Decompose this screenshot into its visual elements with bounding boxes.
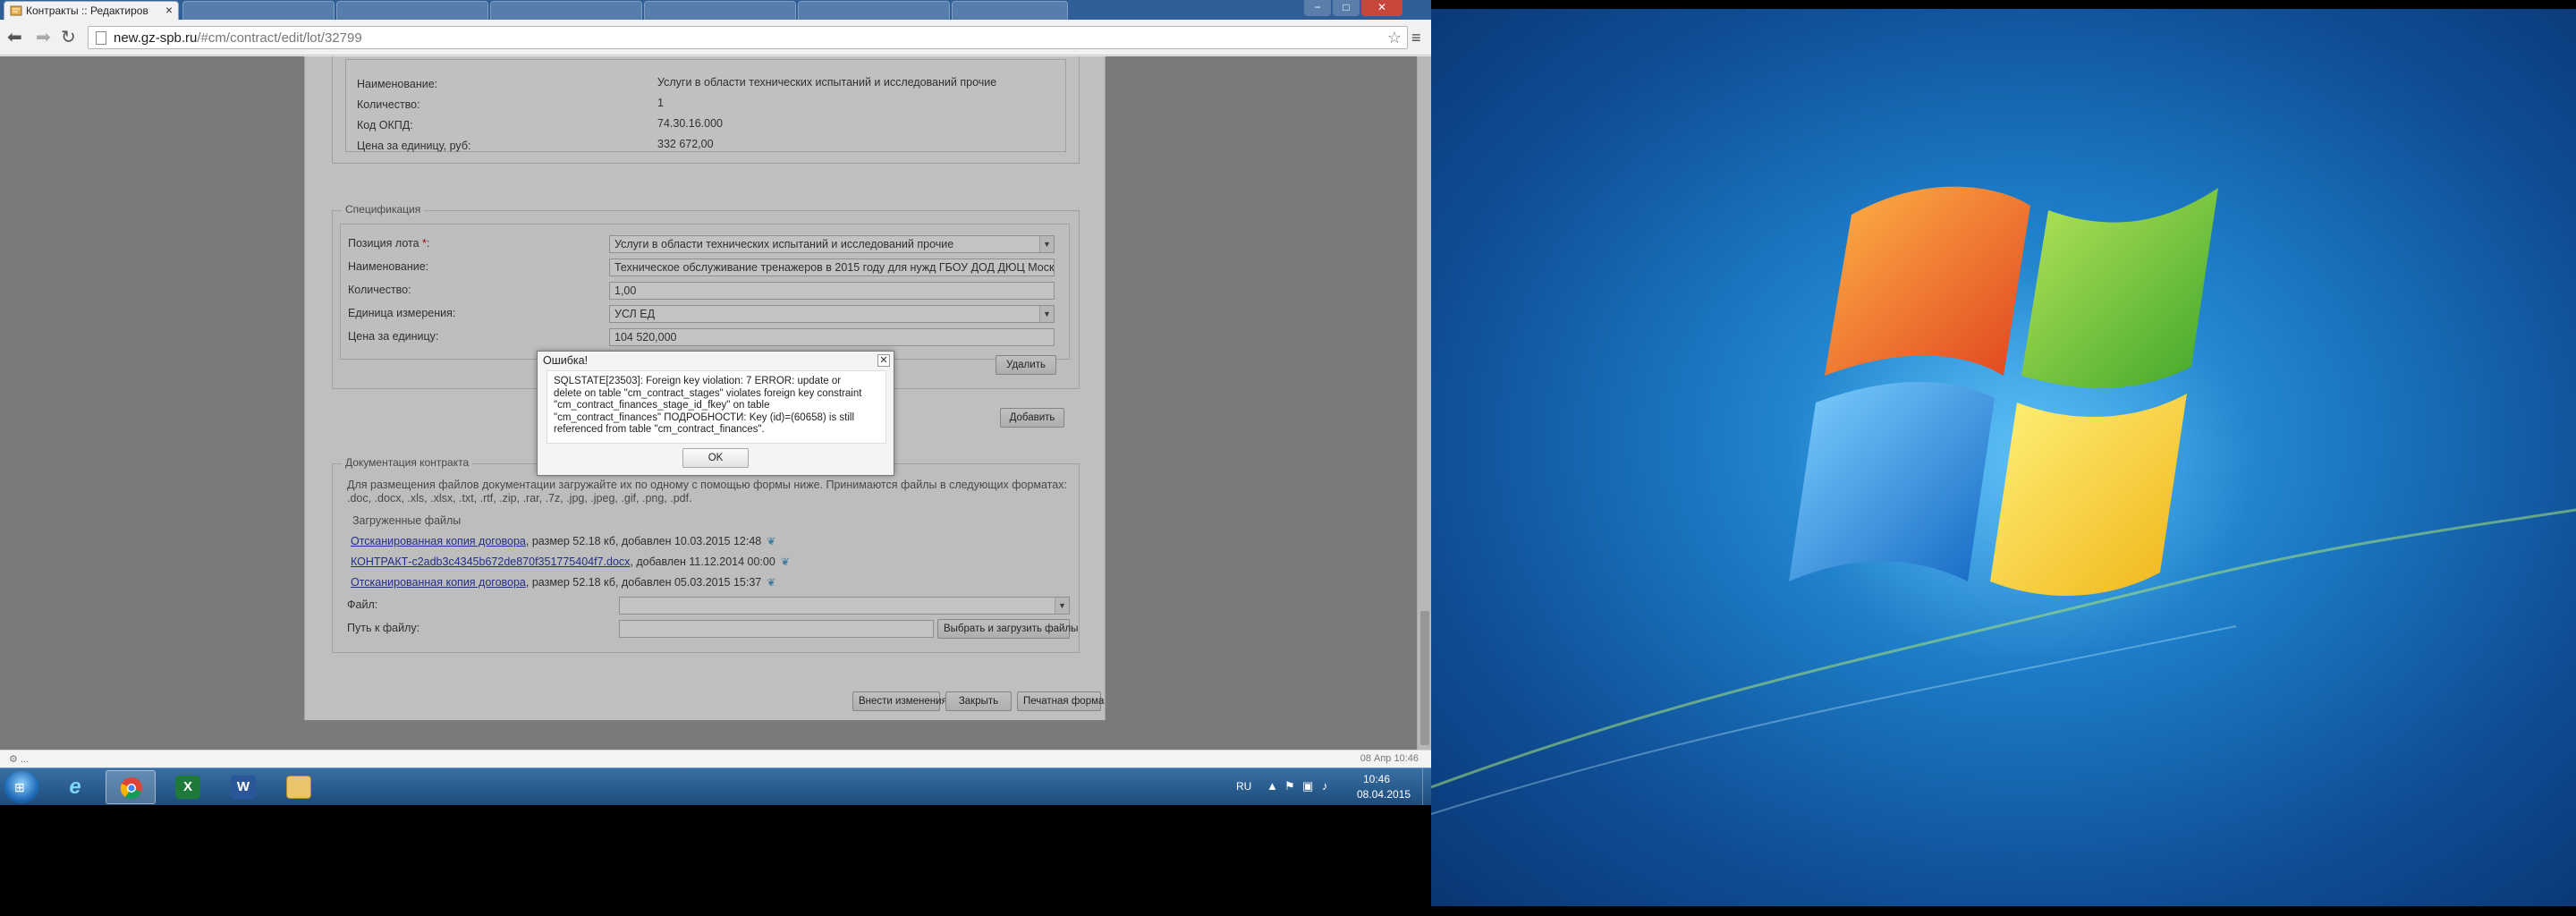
clock-time[interactable]: 10:46 <box>1363 773 1390 785</box>
status-datetime: 08 Апр 10:46 <box>1360 753 1419 764</box>
taskbar-internet-explorer[interactable]: e <box>50 770 100 804</box>
dialog-message-line: "cm_contract_finances" ПОДРОБНОСТИ: Key … <box>554 411 855 423</box>
minimize-button[interactable]: − <box>1304 0 1331 16</box>
bookmark-star-icon[interactable]: ☆ <box>1387 29 1402 47</box>
taskbar-chrome[interactable] <box>106 770 156 804</box>
tab-background[interactable] <box>490 1 642 20</box>
tab-strip: Контракты :: Редактиров × − □ ✕ <box>0 0 1431 20</box>
desktop-wallpaper <box>1431 9 2576 906</box>
dialog-message-line: "cm_contract_finances_stage_id_fkey" on … <box>554 400 770 411</box>
tab-background[interactable] <box>952 1 1068 20</box>
clock-date[interactable]: 08.04.2015 <box>1357 788 1411 801</box>
dialog-message-line: SQLSTATE[23503]: Foreign key violation: … <box>554 376 842 386</box>
taskbar-excel[interactable]: X <box>163 770 213 804</box>
menu-icon[interactable]: ≡ <box>1411 29 1421 47</box>
forward-icon[interactable]: ➡ <box>36 29 51 47</box>
tab-background[interactable] <box>336 1 488 20</box>
back-icon[interactable]: ⬅ <box>7 29 22 47</box>
dialog-message: SQLSTATE[23503]: Foreign key violation: … <box>547 370 886 444</box>
tab-contracts[interactable]: Контракты :: Редактиров × <box>4 1 179 20</box>
dialog-close-icon[interactable]: ✕ <box>877 354 890 367</box>
url-host: new.gz-spb.ru <box>114 30 198 46</box>
internet-explorer-icon: e <box>69 775 81 799</box>
left-monitor: Контракты :: Редактиров × − □ ✕ ⬅ ➡ ↻ ne… <box>0 0 1431 805</box>
show-desktop-button[interactable] <box>1422 768 1431 805</box>
volume-icon[interactable]: ♪ <box>1322 779 1328 793</box>
windows-logo-icon: ⊞ <box>14 780 25 794</box>
error-dialog: Ошибка! ✕ SQLSTATE[23503]: Foreign key v… <box>537 351 894 476</box>
word-icon: W <box>231 776 256 799</box>
close-window-button[interactable]: ✕ <box>1361 0 1402 16</box>
taskbar-word[interactable]: W <box>218 770 268 804</box>
dialog-message-line: referenced from table "cm_contract_finan… <box>554 424 765 435</box>
start-button[interactable]: ⊞ <box>4 771 39 803</box>
url-text[interactable]: new.gz-spb.ru/#cm/contract/edit/lot/3279… <box>114 30 362 46</box>
ok-button[interactable]: OK <box>682 448 749 468</box>
tab-close-icon[interactable]: × <box>165 3 173 17</box>
tab-background[interactable] <box>798 1 950 20</box>
tab-background[interactable] <box>644 1 796 20</box>
address-bar[interactable]: new.gz-spb.ru/#cm/contract/edit/lot/3279… <box>88 26 1408 49</box>
taskbar: ⊞ e X W RU ▲ ⚑ ▣ ♪ 10:46 08.04.2015 <box>0 768 1431 805</box>
reload-icon[interactable]: ↻ <box>61 29 76 47</box>
dialog-message-line: delete on table "cm_contract_stages" vio… <box>554 387 862 399</box>
browser-toolbar: ⬅ ➡ ↻ new.gz-spb.ru/#cm/contract/edit/lo… <box>0 20 1431 55</box>
maximize-button[interactable]: □ <box>1333 0 1360 16</box>
dialog-title: Ошибка! <box>543 354 589 367</box>
taskbar-explorer[interactable] <box>274 770 324 804</box>
show-hidden-icons-icon[interactable]: ▲ <box>1267 779 1278 793</box>
status-strip: ⚙ ... 08 Апр 10:46 <box>0 750 1431 768</box>
excel-icon: X <box>175 776 200 799</box>
action-center-flag-icon[interactable]: ⚑ <box>1284 779 1295 793</box>
page-icon <box>96 31 106 45</box>
windows-logo-wallpaper <box>1431 186 2576 815</box>
folder-icon <box>286 776 311 799</box>
tab-title: Контракты :: Редактиров <box>26 4 148 17</box>
status-left: ⚙ ... <box>9 754 30 765</box>
url-path: /#cm/contract/edit/lot/32799 <box>197 30 362 46</box>
chrome-icon <box>120 777 142 800</box>
language-indicator[interactable]: RU <box>1236 780 1251 793</box>
favicon-icon <box>10 5 22 16</box>
network-icon[interactable]: ▣ <box>1302 779 1313 793</box>
tab-background[interactable] <box>182 1 335 20</box>
